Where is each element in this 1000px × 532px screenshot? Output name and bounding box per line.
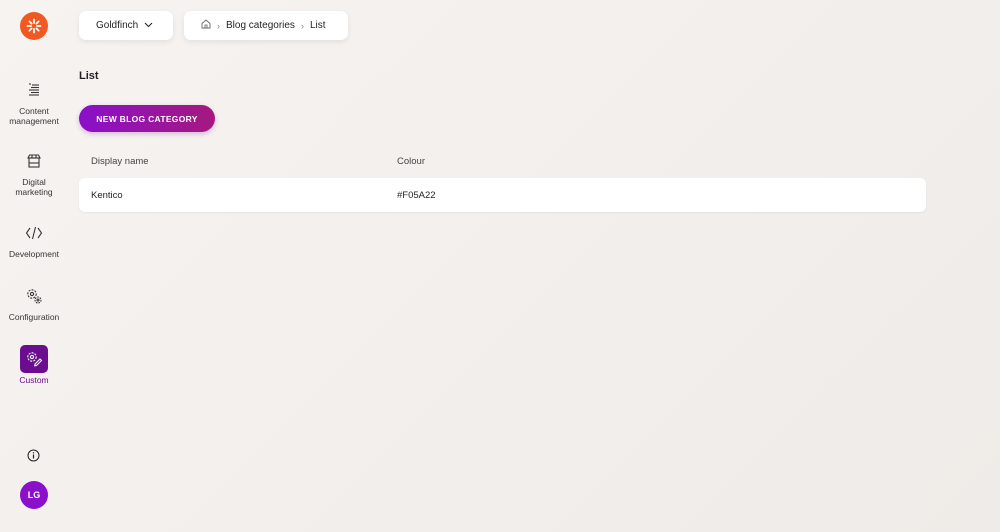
column-header-colour[interactable]: Colour <box>397 156 425 167</box>
code-icon <box>20 219 48 247</box>
nav-development[interactable]: Development <box>0 219 68 259</box>
nav-label: Development <box>8 249 60 259</box>
nav-label: Configuration <box>8 312 60 322</box>
breadcrumb-current: List <box>309 20 326 31</box>
column-header-display-name[interactable]: Display name <box>91 156 149 167</box>
nav-configuration[interactable]: Configuration <box>0 282 68 322</box>
gears-icon <box>20 282 48 310</box>
storefront-icon <box>20 147 48 175</box>
new-blog-category-button[interactable]: NEW BLOG CATEGORY <box>79 105 215 132</box>
nav-custom[interactable]: Custom <box>0 345 68 385</box>
site-selector[interactable]: Goldfinch <box>79 11 173 40</box>
nav-label: Custom <box>19 375 49 385</box>
info-icon[interactable] <box>27 449 40 462</box>
sidebar: Content management Digital marketing Dev… <box>0 0 68 532</box>
logo-icon <box>26 18 42 34</box>
page-title: List <box>79 70 99 82</box>
user-avatar[interactable]: LG <box>20 481 48 509</box>
chevron-down-icon <box>144 20 153 31</box>
nav-digital-marketing[interactable]: Digital marketing <box>0 147 68 197</box>
cell-display-name: Kentico <box>91 190 123 201</box>
breadcrumb-separator: › <box>300 20 304 31</box>
breadcrumb: › Blog categories › List <box>184 11 348 40</box>
cell-colour: #F05A22 <box>397 190 436 201</box>
content-list-icon <box>20 76 48 104</box>
table-row[interactable]: Kentico #F05A22 <box>79 178 926 212</box>
nav-label: Content management <box>9 106 59 126</box>
breadcrumb-blog-categories[interactable]: Blog categories <box>226 20 295 31</box>
breadcrumb-separator: › <box>217 20 220 31</box>
nav-content-management[interactable]: Content management <box>0 76 68 126</box>
home-icon[interactable] <box>201 19 211 32</box>
kentico-logo[interactable] <box>20 12 48 40</box>
custom-gear-pencil-icon <box>20 345 48 373</box>
site-selector-label: Goldfinch <box>96 20 139 31</box>
nav-label: Digital marketing <box>15 177 53 197</box>
